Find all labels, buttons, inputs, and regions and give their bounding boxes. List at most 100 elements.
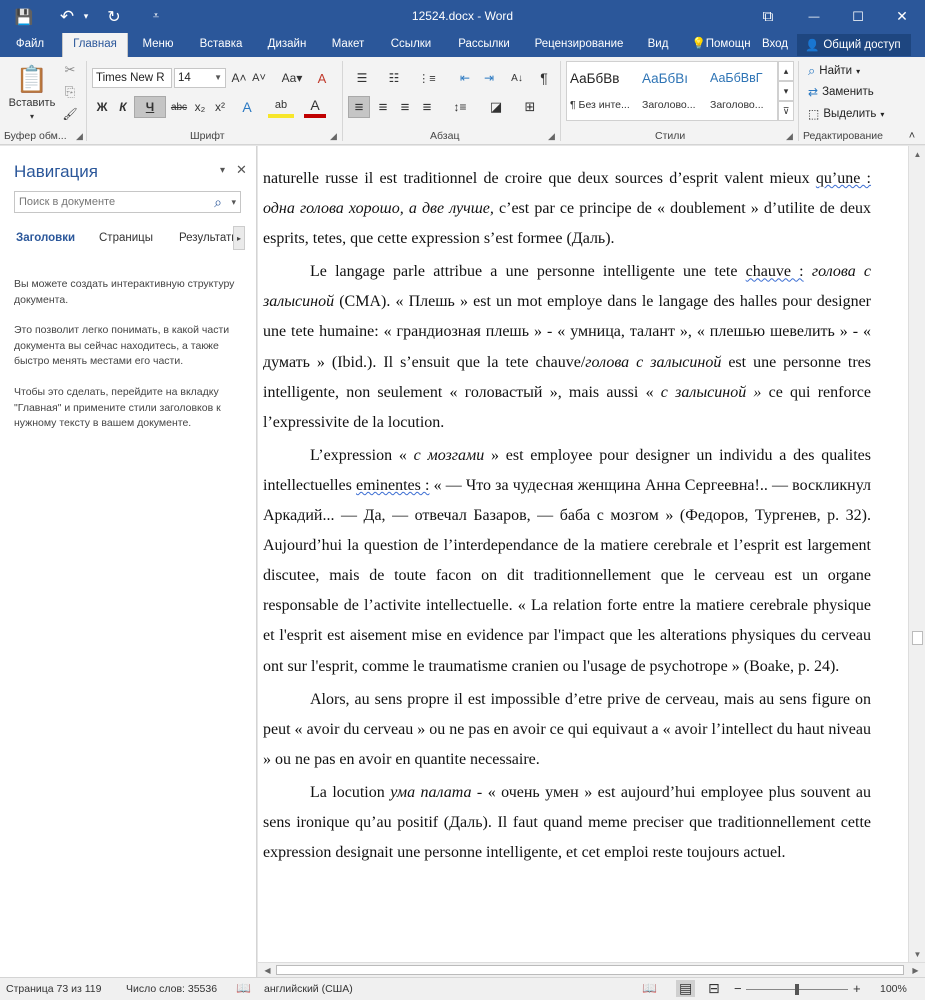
borders-button[interactable]: ⊞ (516, 96, 544, 118)
tab-mailings[interactable]: Рассылки (450, 33, 518, 57)
tell-me-button[interactable]: 💡Помощн (688, 33, 754, 57)
replace-label: Заменить (822, 86, 874, 98)
font-launcher-icon[interactable]: ◢ (330, 131, 337, 142)
tab-view[interactable]: Вид (640, 33, 676, 57)
tab-layout[interactable]: Макет (324, 33, 372, 57)
status-bar: Страница 73 из 119 Число слов: 35536 📖 а… (0, 977, 925, 1000)
horizontal-scroll-thumb[interactable] (276, 965, 904, 975)
multilevel-list-button[interactable]: ⋮≡ (412, 68, 442, 88)
align-right-button[interactable]: ≡ (394, 96, 416, 118)
print-layout-icon[interactable]: ▤ (676, 980, 696, 997)
sort-button[interactable]: A↓ (506, 68, 528, 88)
tab-file[interactable]: Файл (10, 33, 50, 57)
language-indicator[interactable]: английский (США) (264, 983, 353, 995)
format-painter-icon[interactable]: 🖌 (60, 105, 80, 123)
paste-icon[interactable]: 📋 (12, 61, 52, 97)
show-marks-button[interactable]: ¶ (534, 68, 554, 88)
search-input[interactable]: Поиск в документе ⌕ ▾ (14, 191, 241, 213)
styles-launcher-icon[interactable]: ◢ (786, 131, 793, 142)
tab-home[interactable]: Главная (62, 33, 128, 57)
replace-button[interactable]: ⇄ Заменить (808, 85, 874, 99)
clear-formatting-button[interactable]: A (312, 68, 332, 88)
nav-tab-headings[interactable]: Заголовки (16, 232, 75, 244)
superscript-button[interactable]: x² (210, 96, 230, 118)
page-indicator[interactable]: Страница 73 из 119 (6, 983, 101, 995)
zoom-level[interactable]: 100% (880, 983, 907, 995)
scroll-left-icon[interactable]: ◀ (260, 963, 275, 978)
scroll-down-icon[interactable]: ▼ (909, 946, 925, 962)
text-effects-button[interactable]: A (236, 96, 258, 118)
collapse-ribbon-icon[interactable]: ˄ (905, 129, 919, 143)
styles-up-icon[interactable]: ▴ (778, 61, 794, 81)
vertical-scrollbar[interactable]: ▲ ▼ (908, 146, 925, 962)
nav-tab-pages[interactable]: Страницы (99, 232, 153, 244)
zoom-slider-thumb[interactable] (795, 984, 799, 995)
align-left-button[interactable]: ≡ (348, 96, 370, 118)
scroll-right-icon[interactable]: ▶ (908, 963, 923, 978)
tab-review[interactable]: Рецензирование (528, 33, 630, 57)
paste-button[interactable]: Вставить (4, 95, 60, 111)
read-mode-icon[interactable]: 📖 (642, 981, 657, 995)
paste-dropdown-icon[interactable]: ▾ (26, 110, 38, 122)
style-no-spacing[interactable]: АаБбВв ¶ Без инте... (566, 63, 632, 117)
document-page[interactable]: naturelle russe il est traditionnel de c… (258, 146, 908, 962)
font-name-dropdown[interactable]: Times New R (92, 68, 172, 88)
vertical-scroll-thumb[interactable] (912, 631, 923, 645)
minimize-icon[interactable]: — (791, 0, 837, 33)
nav-close-icon[interactable]: ✕ (236, 162, 247, 178)
line-spacing-button[interactable]: ↕≡ (446, 96, 474, 118)
cut-icon[interactable]: ✂ (60, 61, 80, 79)
maximize-icon[interactable]: ☐ (835, 0, 881, 33)
word-count[interactable]: Число слов: 35536 (126, 983, 217, 995)
clipboard-group-label: Буфер обм... (4, 130, 67, 142)
clipboard-launcher-icon[interactable]: ◢ (76, 131, 83, 142)
font-size-dropdown[interactable]: 14 ▼ (174, 68, 226, 88)
font-color-button[interactable]: A (304, 96, 326, 118)
sign-in-link[interactable]: Вход (760, 33, 790, 57)
web-layout-icon[interactable]: ⊟ (708, 980, 720, 997)
nav-menu-icon[interactable]: ▾ (220, 165, 225, 176)
style-heading-2[interactable]: АаБбВвГ Заголово... (706, 63, 772, 117)
tab-design[interactable]: Дизайн (260, 33, 314, 57)
share-button[interactable]: 👤 Общий доступ (797, 34, 911, 56)
highlight-button[interactable]: ab (268, 96, 294, 118)
shrink-font-button[interactable]: A˅ (250, 68, 268, 88)
style-heading-1[interactable]: АаБбВı Заголово... (638, 63, 704, 117)
grow-font-button[interactable]: A˄ (230, 68, 248, 88)
chevron-down-icon: ▼ (214, 73, 222, 82)
zoom-in-button[interactable]: + (853, 981, 861, 996)
shading-button[interactable]: ◪ (482, 96, 510, 118)
paragraph-launcher-icon[interactable]: ◢ (548, 131, 555, 142)
subscript-button[interactable]: x₂ (190, 96, 210, 118)
search-icon[interactable]: ⌕ (214, 192, 222, 212)
justify-button[interactable]: ≡ (416, 96, 438, 118)
zoom-out-button[interactable]: − (734, 981, 742, 996)
underline-button[interactable]: Ч (134, 96, 166, 118)
strikethrough-button[interactable]: abc (168, 96, 190, 118)
find-button[interactable]: ⌕ Найти ▾ (808, 63, 860, 79)
change-case-button[interactable]: Aa▾ (278, 68, 306, 88)
proofing-icon[interactable]: 📖 (236, 981, 251, 995)
align-center-button[interactable]: ≡ (372, 96, 394, 118)
numbering-button[interactable]: ☷ (380, 68, 408, 88)
decrease-indent-button[interactable]: ⇤ (454, 68, 476, 88)
ribbon-display-options-icon[interactable]: ⧉ (745, 0, 791, 33)
tab-menu[interactable]: Меню (134, 33, 182, 57)
close-icon[interactable]: ✕ (879, 0, 925, 33)
tab-references[interactable]: Ссылки (383, 33, 439, 57)
nav-tabs-more-icon[interactable]: ▸ (233, 226, 245, 250)
bullets-button[interactable]: ☰ (348, 68, 376, 88)
italic-button[interactable]: К (113, 96, 133, 118)
nav-tab-results[interactable]: Результаты (179, 232, 233, 244)
horizontal-scrollbar[interactable]: ◀ ▶ (258, 962, 925, 977)
tab-insert[interactable]: Вставка (192, 33, 250, 57)
scroll-up-icon[interactable]: ▲ (909, 146, 925, 162)
select-button[interactable]: ⬚ Выделить ▾ (808, 107, 884, 121)
document-body[interactable]: naturelle russe il est traditionnel de c… (263, 164, 871, 871)
copy-icon[interactable]: ⎘ (60, 83, 80, 101)
bold-button[interactable]: Ж (92, 96, 112, 118)
styles-more-icon[interactable]: ⊽ (778, 101, 794, 121)
styles-down-icon[interactable]: ▾ (778, 81, 794, 101)
increase-indent-button[interactable]: ⇥ (478, 68, 500, 88)
search-dropdown-icon[interactable]: ▾ (231, 192, 236, 212)
